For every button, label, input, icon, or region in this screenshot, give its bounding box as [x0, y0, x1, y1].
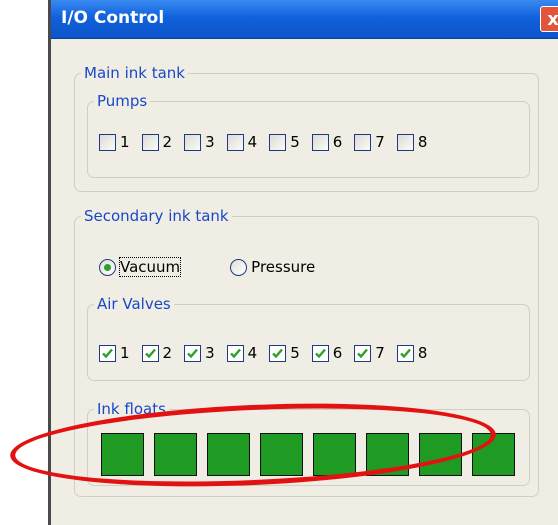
checkbox-unchecked-icon[interactable]	[396, 133, 414, 151]
valve-checkbox-label: 6	[332, 344, 343, 362]
checkbox-checked-icon[interactable]	[269, 344, 287, 362]
pump-checkbox-2[interactable]: 2	[141, 133, 173, 151]
secondary-ink-tank-legend: Secondary ink tank	[84, 207, 229, 225]
valve-checkbox-label: 3	[205, 344, 215, 362]
valve-checkbox-label: 4	[247, 344, 258, 362]
ink-float-indicator	[366, 433, 409, 476]
pump-checkbox-label: 1	[120, 133, 130, 151]
pump-checkbox-8[interactable]: 8	[396, 133, 428, 151]
valve-checkbox-1[interactable]: 1	[99, 344, 130, 362]
checkbox-checked-icon[interactable]	[141, 344, 159, 362]
valve-checkbox-label: 1	[120, 344, 130, 362]
checkbox-unchecked-icon[interactable]	[141, 133, 159, 151]
valve-checkbox-6[interactable]: 6	[311, 344, 343, 362]
pumps-row: 1 2 3 4 5 6 7 8	[99, 133, 439, 151]
checkbox-checked-icon[interactable]	[99, 344, 116, 362]
checkbox-unchecked-icon[interactable]	[354, 133, 372, 151]
pump-checkbox-label: 4	[247, 133, 258, 151]
valve-checkbox-5[interactable]: 5	[269, 344, 300, 362]
checkbox-checked-icon[interactable]	[226, 344, 244, 362]
ink-floats-row	[101, 433, 525, 476]
ink-float-indicator	[154, 433, 197, 476]
valve-checkbox-2[interactable]: 2	[141, 344, 173, 362]
air-valves-row: 1 2 3 4 5 6 7 8	[99, 344, 439, 362]
pump-checkbox-1[interactable]: 1	[99, 133, 130, 151]
tank-mode-radio-group: Vacuum Pressure	[99, 257, 365, 277]
checkbox-checked-icon[interactable]	[184, 344, 202, 362]
radio-selected-icon[interactable]	[99, 258, 116, 276]
valve-checkbox-3[interactable]: 3	[184, 344, 215, 362]
ink-float-indicator	[313, 433, 356, 476]
checkbox-unchecked-icon[interactable]	[269, 133, 287, 151]
ink-float-indicator	[419, 433, 462, 476]
pump-checkbox-3[interactable]: 3	[184, 133, 215, 151]
ink-float-indicator	[207, 433, 250, 476]
close-button[interactable]: x	[540, 6, 558, 32]
radio-unselected-icon[interactable]	[230, 258, 248, 276]
valve-checkbox-7[interactable]: 7	[354, 344, 385, 362]
pump-checkbox-7[interactable]: 7	[354, 133, 385, 151]
pump-checkbox-label: 7	[375, 133, 385, 151]
pump-checkbox-5[interactable]: 5	[269, 133, 300, 151]
checkbox-checked-icon[interactable]	[354, 344, 372, 362]
checkbox-unchecked-icon[interactable]	[226, 133, 244, 151]
window-title: I/O Control	[61, 8, 165, 28]
ink-floats-legend: Ink floats	[97, 400, 166, 418]
radio-vacuum[interactable]: Vacuum	[99, 257, 182, 277]
valve-checkbox-label: 5	[290, 344, 300, 362]
title-bar: I/O Control x	[51, 0, 558, 39]
pump-checkbox-6[interactable]: 6	[311, 133, 343, 151]
checkbox-checked-icon[interactable]	[311, 344, 329, 362]
pump-checkbox-label: 6	[332, 133, 343, 151]
checkbox-unchecked-icon[interactable]	[184, 133, 202, 151]
air-valves-legend: Air Valves	[97, 295, 171, 313]
ink-float-indicator	[472, 433, 515, 476]
radio-label: Vacuum	[118, 257, 182, 277]
valve-checkbox-8[interactable]: 8	[396, 344, 428, 362]
checkbox-unchecked-icon[interactable]	[311, 133, 329, 151]
pumps-legend: Pumps	[97, 92, 148, 110]
checkbox-checked-icon[interactable]	[396, 344, 414, 362]
checkbox-unchecked-icon[interactable]	[99, 133, 116, 151]
air-valves-group: Air Valves	[87, 295, 530, 381]
valve-checkbox-label: 2	[162, 344, 173, 362]
valve-checkbox-4[interactable]: 4	[226, 344, 258, 362]
pump-checkbox-label: 2	[162, 133, 173, 151]
pump-checkbox-label: 3	[205, 133, 215, 151]
ink-float-indicator	[101, 433, 144, 476]
io-control-window: I/O Control x Main ink tank Pumps 1 2 3 4 5 6…	[48, 0, 558, 525]
pump-checkbox-label: 8	[417, 133, 428, 151]
ink-float-indicator	[260, 433, 303, 476]
valve-checkbox-label: 8	[417, 344, 428, 362]
valve-checkbox-label: 7	[375, 344, 385, 362]
close-icon: x	[547, 9, 558, 30]
pump-checkbox-label: 5	[290, 133, 300, 151]
radio-pressure[interactable]: Pressure	[230, 258, 315, 276]
radio-label: Pressure	[251, 258, 316, 276]
pump-checkbox-4[interactable]: 4	[226, 133, 258, 151]
main-ink-tank-legend: Main ink tank	[84, 64, 185, 82]
